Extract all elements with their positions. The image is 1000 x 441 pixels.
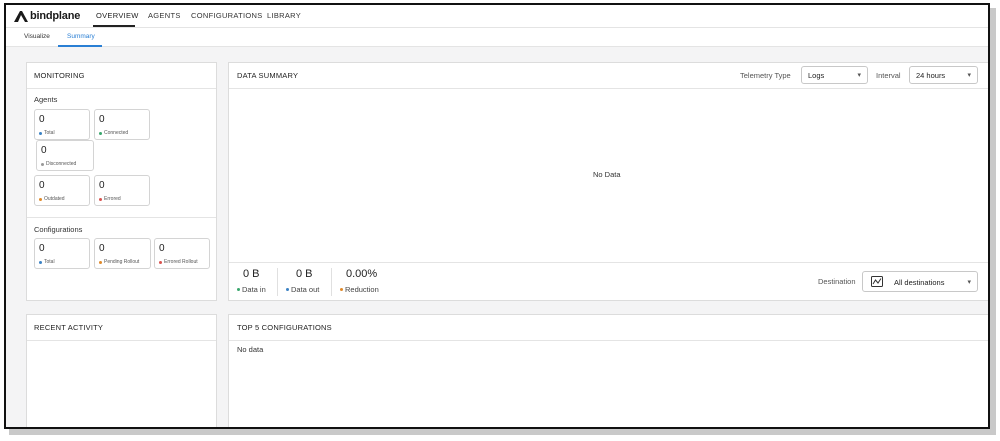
reduction-label: Reduction xyxy=(345,285,379,294)
caret-down-icon: ▾ xyxy=(967,279,971,286)
divider xyxy=(277,268,278,296)
monitoring-title: MONITORING xyxy=(34,71,85,80)
agents-connected-value: 0 xyxy=(99,114,105,125)
reduction-value: 0.00% xyxy=(346,268,378,280)
data-in-label: Data in xyxy=(242,285,266,294)
logo-text: bindplane xyxy=(30,10,81,22)
data-out-label: Data out xyxy=(291,285,320,294)
interval-select[interactable]: 24 hours ▾ xyxy=(909,66,978,84)
divider xyxy=(229,88,988,89)
tab-summary[interactable]: Summary xyxy=(67,33,95,40)
tab-visualize[interactable]: Visualize xyxy=(24,33,50,40)
configs-pending-card[interactable]: 0 Pending Rollout xyxy=(94,238,151,269)
top-nav: bindplane OVERVIEW AGENTS CONFIGURATIONS… xyxy=(6,5,988,28)
agents-label: Agents xyxy=(34,95,58,104)
telemetry-type-label: Telemetry Type xyxy=(740,71,791,80)
window-shadow-bottom xyxy=(9,429,996,435)
divider xyxy=(27,217,216,218)
caret-down-icon: ▾ xyxy=(857,72,861,79)
status-dot-icon xyxy=(237,288,240,291)
data-summary-panel: DATA SUMMARY Telemetry Type Logs ▾ Inter… xyxy=(228,62,988,301)
chart-line-icon xyxy=(871,276,883,287)
divider xyxy=(27,88,216,89)
data-out-value: 0 B xyxy=(296,268,313,280)
logo[interactable]: bindplane xyxy=(14,9,80,23)
status-dot-icon xyxy=(340,288,343,291)
data-in-value: 0 B xyxy=(243,268,260,280)
agents-outdated-card[interactable]: 0 Outdated xyxy=(34,175,90,206)
no-data-message: No data xyxy=(237,345,264,354)
status-dot-icon xyxy=(286,288,289,291)
telemetry-type-select[interactable]: Logs ▾ xyxy=(801,66,868,84)
divider xyxy=(229,262,988,263)
agents-total-value: 0 xyxy=(39,114,45,125)
status-dot-icon xyxy=(41,162,44,166)
monitoring-panel: MONITORING Agents 0 Total 0 Connected 0 … xyxy=(26,62,217,301)
app-window: bindplane OVERVIEW AGENTS CONFIGURATIONS… xyxy=(4,3,990,429)
data-summary-title: DATA SUMMARY xyxy=(237,71,299,80)
sub-nav: Visualize Summary xyxy=(6,28,988,47)
telemetry-type-value: Logs xyxy=(808,71,825,80)
agents-outdated-label: Outdated xyxy=(44,196,65,202)
recent-activity-panel: RECENT ACTIVITY xyxy=(26,314,217,427)
nav-library[interactable]: LIBRARY xyxy=(267,11,301,20)
divider xyxy=(27,340,216,341)
configurations-label: Configurations xyxy=(34,225,83,234)
nav-active-indicator xyxy=(93,25,135,27)
interval-label: Interval xyxy=(876,71,901,80)
destination-select[interactable]: All destinations ▾ xyxy=(862,271,978,292)
status-dot-icon xyxy=(39,260,42,264)
tab-active-indicator xyxy=(58,45,102,47)
status-dot-icon xyxy=(39,131,42,135)
agents-total-card[interactable]: 0 Total xyxy=(34,109,90,140)
recent-activity-title: RECENT ACTIVITY xyxy=(34,323,104,332)
divider xyxy=(331,268,332,296)
agents-errored-value: 0 xyxy=(99,180,105,191)
status-dot-icon xyxy=(99,260,102,264)
agents-connected-label: Connected xyxy=(104,130,129,136)
status-dot-icon xyxy=(99,197,102,201)
status-dot-icon xyxy=(159,260,162,264)
configs-pending-value: 0 xyxy=(99,243,105,254)
destination-value: All destinations xyxy=(894,278,945,287)
interval-value: 24 hours xyxy=(916,71,946,80)
agents-connected-card[interactable]: 0 Connected xyxy=(94,109,150,140)
nav-agents[interactable]: AGENTS xyxy=(148,11,181,20)
nav-configurations[interactable]: CONFIGURATIONS xyxy=(191,11,263,20)
window-shadow-right xyxy=(990,8,996,432)
no-data-message: No Data xyxy=(593,170,621,179)
configs-total-card[interactable]: 0 Total xyxy=(34,238,90,269)
configs-total-value: 0 xyxy=(39,243,45,254)
agents-disconnected-card[interactable]: 0 Disconnected xyxy=(36,140,94,171)
agents-disconnected-label: Disconnected xyxy=(46,161,77,167)
configs-errored-value: 0 xyxy=(159,243,165,254)
configs-errored-card[interactable]: 0 Errored Rollout xyxy=(154,238,210,269)
agents-errored-label: Errored xyxy=(104,196,121,202)
configs-total-label: Total xyxy=(44,259,55,265)
top-configurations-title: TOP 5 CONFIGURATIONS xyxy=(237,323,332,332)
agents-total-label: Total xyxy=(44,130,55,136)
destination-label: Destination xyxy=(818,277,856,286)
agents-outdated-value: 0 xyxy=(39,180,45,191)
configs-pending-label: Pending Rollout xyxy=(104,259,140,265)
configs-errored-label: Errored Rollout xyxy=(164,259,198,265)
bindplane-logo-icon xyxy=(14,11,28,22)
status-dot-icon xyxy=(39,197,42,201)
top-configurations-panel: TOP 5 CONFIGURATIONS No data xyxy=(228,314,988,427)
divider xyxy=(229,340,988,341)
agents-disconnected-value: 0 xyxy=(41,145,47,156)
status-dot-icon xyxy=(99,131,102,135)
nav-overview[interactable]: OVERVIEW xyxy=(96,11,139,20)
agents-errored-card[interactable]: 0 Errored xyxy=(94,175,150,206)
caret-down-icon: ▾ xyxy=(967,72,971,79)
